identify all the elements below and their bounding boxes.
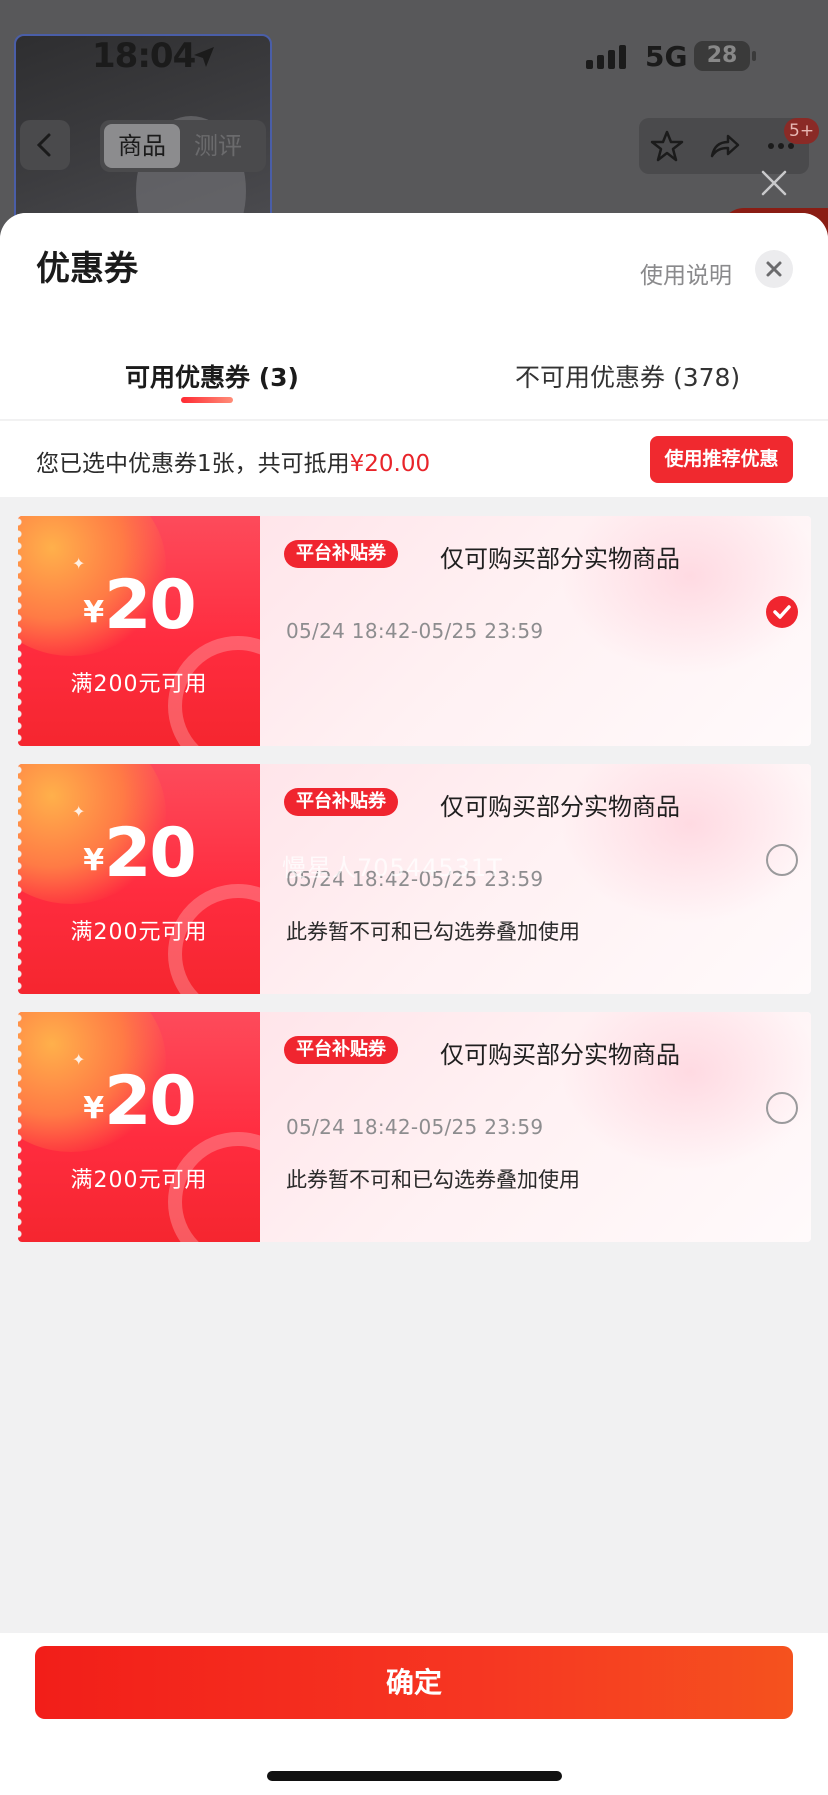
usage-instructions-link[interactable]: 使用说明	[640, 256, 732, 290]
close-icon[interactable]	[757, 166, 791, 200]
coupon-amount: ¥20	[18, 566, 260, 645]
network-label: 5G	[645, 40, 688, 73]
coupon-select-radio[interactable]	[766, 1092, 798, 1124]
message-badge: 5+	[784, 118, 820, 144]
selection-amount: ¥20.00	[349, 451, 431, 477]
confirm-button[interactable]: 确定	[35, 1646, 793, 1719]
coupon-select-radio[interactable]	[766, 596, 798, 628]
location-arrow-icon	[194, 47, 214, 67]
coupon-value: 20	[104, 814, 197, 893]
coupon-stacking-note: 此券暂不可和已勾选券叠加使用	[286, 1168, 580, 1192]
coupon-card[interactable]: ✦ ¥20 满200元可用 平台补贴券 仅可购买部分实物商品 05/24 18:…	[18, 1012, 811, 1242]
back-button[interactable]	[20, 120, 70, 170]
use-recommended-button[interactable]: 使用推荐优惠	[650, 436, 793, 483]
tab-product[interactable]: 商品	[104, 124, 180, 168]
product-tab-switcher: 商品 测评	[100, 120, 266, 172]
coupon-tag: 平台补贴券	[284, 540, 398, 568]
coupon-card[interactable]: ✦ ¥20 满200元可用 平台补贴券 仅可购买部分实物商品 05/24 18:…	[18, 516, 811, 746]
coupon-value: 20	[104, 566, 197, 645]
currency-symbol: ¥	[83, 843, 105, 878]
coupon-amount: ¥20	[18, 1062, 260, 1141]
tab-unavailable-coupons[interactable]: 不可用优惠券 (378)	[515, 358, 740, 394]
currency-symbol: ¥	[83, 595, 105, 630]
sheet-title: 优惠券	[36, 249, 138, 289]
selection-summary: 您已选中优惠券1张，共可抵用¥20.00 使用推荐优惠	[0, 420, 828, 497]
coupon-select-radio[interactable]	[766, 844, 798, 876]
coupon-scope: 仅可购买部分实物商品	[440, 545, 680, 573]
coupon-validity: 05/24 18:42-05/25 23:59	[286, 1115, 544, 1139]
coupon-value-panel: ✦ ¥20 满200元可用	[18, 1012, 260, 1242]
star-icon[interactable]	[649, 128, 685, 164]
coupon-condition: 满200元可用	[70, 672, 208, 697]
coupon-sheet: 优惠券 使用说明 可用优惠券 (3) 不可用优惠券 (378) 您已选中优惠券1…	[0, 213, 828, 1795]
sheet-close-button[interactable]	[755, 250, 793, 288]
coupon-scope: 仅可购买部分实物商品	[440, 793, 680, 821]
coupon-value: 20	[104, 1062, 197, 1141]
coupon-stacking-note: 此券暂不可和已勾选券叠加使用	[286, 920, 580, 944]
coupon-details: 平台补贴券 仅可购买部分实物商品 05/24 18:42-05/25 23:59	[260, 516, 811, 746]
back-chevron-icon	[36, 133, 51, 157]
coupon-details: 平台补贴券 仅可购买部分实物商品 05/24 18:42-05/25 23:59…	[260, 1012, 811, 1242]
coupon-condition: 满200元可用	[70, 920, 208, 945]
coupon-condition: 满200元可用	[70, 1168, 208, 1193]
signal-bars-icon	[586, 45, 626, 69]
coupon-tag: 平台补贴券	[284, 1036, 398, 1064]
battery-indicator: 28	[694, 41, 756, 71]
sheet-header: 优惠券 使用说明 可用优惠券 (3) 不可用优惠券 (378)	[0, 213, 828, 419]
coupon-scope: 仅可购买部分实物商品	[440, 1041, 680, 1069]
status-time: 18:04	[92, 36, 196, 76]
coupon-tag: 平台补贴券	[284, 788, 398, 816]
tab-review[interactable]: 测评	[180, 124, 256, 168]
coupon-validity: 05/24 18:42-05/25 23:59	[286, 619, 544, 643]
coupon-amount: ¥20	[18, 814, 260, 893]
coupon-value-panel: ✦ ¥20 满200元可用	[18, 516, 260, 746]
checkmark-icon	[773, 605, 791, 619]
selection-label: 您已选中优惠券1张，共可抵用	[36, 451, 350, 477]
tab-available-coupons[interactable]: 可用优惠券 (3)	[125, 358, 299, 394]
currency-symbol: ¥	[83, 1091, 105, 1126]
share-icon[interactable]	[706, 128, 742, 164]
selection-summary-text: 您已选中优惠券1张，共可抵用¥20.00	[36, 444, 430, 478]
watermark: 慢星人70544531T	[282, 854, 503, 882]
coupon-value-panel: ✦ ¥20 满200元可用	[18, 764, 260, 994]
close-icon	[766, 261, 782, 277]
home-indicator[interactable]	[267, 1771, 562, 1781]
active-tab-indicator	[181, 397, 233, 403]
